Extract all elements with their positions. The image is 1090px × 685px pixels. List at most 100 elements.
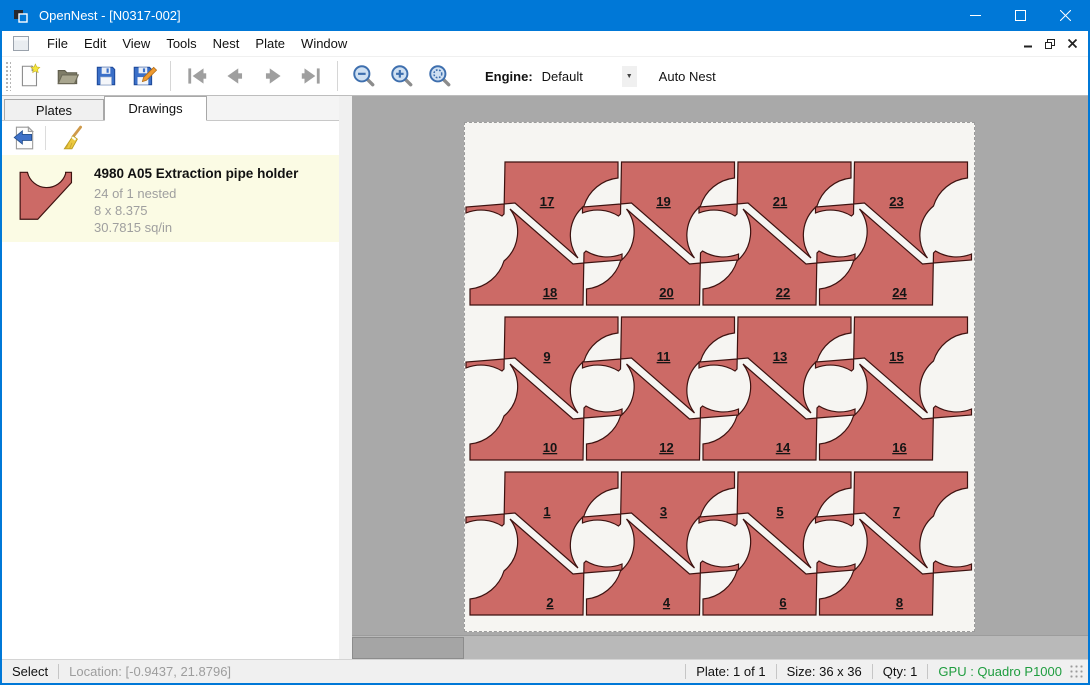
resize-grip[interactable] [1070,665,1084,679]
menu-plate[interactable]: Plate [247,33,293,54]
part-number-label: 22 [776,285,790,300]
part-number-label: 3 [660,504,667,519]
close-icon [1060,10,1071,21]
go-last-button[interactable] [294,60,328,92]
nest-canvas[interactable]: 171819202122232491011121314151612345678 [352,96,1088,659]
menu-view[interactable]: View [114,33,158,54]
go-previous-icon [222,63,248,89]
part-number-label: 7 [893,504,900,519]
main-toolbar: Engine: Default ▼ Auto Nest [2,57,1088,96]
part-number-label: 2 [546,595,553,610]
part-number-label: 19 [656,194,670,209]
drawing-list-item[interactable]: 4980 A05 Extraction pipe holder 24 of 1 … [2,155,339,242]
mdi-minimize-button[interactable] [1020,36,1036,52]
drawing-title: 4980 A05 Extraction pipe holder [94,166,298,181]
nested-parts-layer: 171819202122232491011121314151612345678 [465,123,974,631]
auto-nest-button[interactable]: Auto Nest [653,66,722,87]
menu-tools[interactable]: Tools [158,33,204,54]
part-number-label: 23 [889,194,903,209]
part-number-label: 11 [657,349,671,364]
mdi-close-icon [1068,39,1077,48]
status-size: Size: 36 x 36 [787,664,862,679]
part-number-label: 15 [889,349,903,364]
status-gpu: GPU : Quadro P1000 [938,664,1062,679]
drawing-nested-count: 24 of 1 nested [94,185,298,202]
engine-combobox[interactable]: Default ▼ [542,66,637,87]
engine-value: Default [542,69,614,84]
clean-button[interactable] [57,124,89,152]
status-separator [58,664,59,679]
part-number-label: 9 [543,349,550,364]
part-number-label: 24 [892,285,907,300]
status-right-group: Plate: 1 of 1 Size: 36 x 36 Qty: 1 GPU :… [675,664,1088,679]
app-window: OpenNest - [N0317-002] File Edit View To… [0,0,1090,685]
status-separator [776,664,777,679]
part-number-label: 5 [776,504,783,519]
save-edit-icon [131,63,157,89]
horizontal-scrollbar[interactable] [352,635,1088,659]
part-number-label: 14 [776,440,791,455]
mdi-restore-button[interactable] [1042,36,1058,52]
status-qty: Qty: 1 [883,664,918,679]
status-separator [927,664,928,679]
app-icon [13,8,29,24]
go-previous-button[interactable] [218,60,252,92]
part-number-label: 16 [892,440,906,455]
drawing-size: 8 x 8.375 [94,202,298,219]
window-title: OpenNest - [N0317-002] [39,8,181,23]
go-next-button[interactable] [256,60,290,92]
new-file-icon [17,63,43,89]
zoom-fit-button[interactable] [423,60,457,92]
part-shape-thumbnail [10,165,86,231]
scrollbar-thumb[interactable] [352,637,464,659]
menu-nest[interactable]: Nest [205,33,248,54]
go-first-icon [184,63,210,89]
window-controls [953,0,1088,31]
toolbar-separator [170,61,171,91]
minimize-icon [970,10,981,21]
save-floppy-icon [93,63,119,89]
title-bar: OpenNest - [N0317-002] [2,0,1088,31]
panel-splitter[interactable] [339,96,352,659]
drawing-item-texts: 4980 A05 Extraction pipe holder 24 of 1 … [94,155,298,236]
status-location: Location: [-0.9437, 21.8796] [69,664,231,679]
new-drawing-button[interactable] [13,60,47,92]
status-separator [685,664,686,679]
part-number-label: 10 [543,440,557,455]
save-button[interactable] [89,60,123,92]
menu-bar: File Edit View Tools Nest Plate Window [2,31,1088,57]
zoom-out-button[interactable] [347,60,381,92]
zoom-in-button[interactable] [385,60,419,92]
tab-plates[interactable]: Plates [4,99,104,120]
tab-drawings[interactable]: Drawings [104,96,207,121]
part-number-label: 6 [779,595,786,610]
part-number-label: 1 [543,504,550,519]
close-button[interactable] [1043,0,1088,31]
return-drawing-button[interactable] [8,124,40,152]
broom-icon [60,125,86,151]
engine-label: Engine: [485,69,533,84]
part-number-label: 17 [540,194,554,209]
left-panel: Plates Drawings [2,96,339,659]
mdi-document-icon [13,36,29,51]
open-folder-icon [55,63,81,89]
open-button[interactable] [51,60,85,92]
maximize-button[interactable] [998,0,1043,31]
part-number-label: 8 [896,595,903,610]
toolbar-grip[interactable] [5,61,11,91]
go-first-button[interactable] [180,60,214,92]
menu-edit[interactable]: Edit [76,33,114,54]
menu-file[interactable]: File [39,33,76,54]
menu-window[interactable]: Window [293,33,355,54]
part-number-label: 20 [659,285,673,300]
combo-dropdown-icon[interactable]: ▼ [622,66,637,87]
panel-toolbar-separator [45,126,46,150]
maximize-icon [1015,10,1026,21]
mdi-close-button[interactable] [1064,36,1080,52]
minimize-button[interactable] [953,0,998,31]
save-plate-button[interactable] [127,60,161,92]
zoom-fit-icon [427,63,453,89]
return-drawing-icon [11,125,37,151]
status-plate: Plate: 1 of 1 [696,664,765,679]
part-thumbnail [2,155,94,231]
